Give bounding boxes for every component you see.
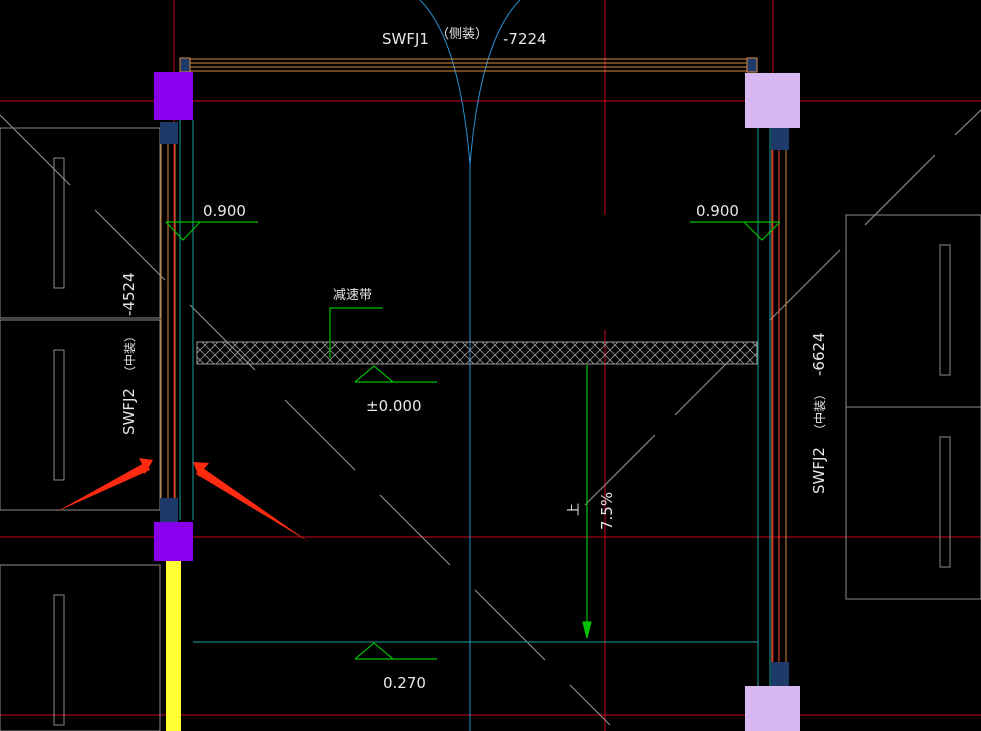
column-top-right xyxy=(745,73,800,128)
door-swing-arc-icon xyxy=(419,0,521,731)
left-code-label: SWFJ2 xyxy=(120,388,138,435)
top-elevation-label: -7224 xyxy=(503,30,547,48)
column-bottom-left xyxy=(154,522,193,561)
slope-direction-label: 上 xyxy=(567,503,582,516)
left-shutter-frame xyxy=(160,120,194,522)
column-top-left xyxy=(154,72,193,120)
axis-grid xyxy=(0,0,981,731)
right-tag-label: （中装） xyxy=(812,388,827,436)
top-tag-label: （侧装） xyxy=(436,27,488,42)
speed-bump-label: 减速带 xyxy=(333,288,372,303)
right-code-label: SWFJ2 xyxy=(810,447,828,494)
level-bottom-label: 0.270 xyxy=(383,674,426,692)
level-right-label: 0.900 xyxy=(696,202,739,220)
diagonal-guides xyxy=(0,109,981,726)
yellow-wall xyxy=(166,561,181,731)
column-bottom-right xyxy=(745,686,800,731)
cad-drawing-canvas[interactable]: SWFJ1 （侧装） -7224 0.900 0.900 减速带 ±0.000 … xyxy=(0,0,981,731)
level-triangle-icon xyxy=(165,221,781,660)
right-elevation-label: -6624 xyxy=(810,332,828,376)
level-left-label: 0.900 xyxy=(203,202,246,220)
top-shutter-frame xyxy=(179,57,758,73)
left-tag-label: （中装） xyxy=(122,330,137,378)
slope-value-label: 7.5% xyxy=(598,492,616,530)
top-code-label: SWFJ1 xyxy=(382,30,429,48)
speed-bump xyxy=(196,341,758,365)
adjacent-rooms xyxy=(0,127,981,731)
level-center-label: ±0.000 xyxy=(366,397,422,415)
left-elevation-label: -4524 xyxy=(120,272,138,316)
